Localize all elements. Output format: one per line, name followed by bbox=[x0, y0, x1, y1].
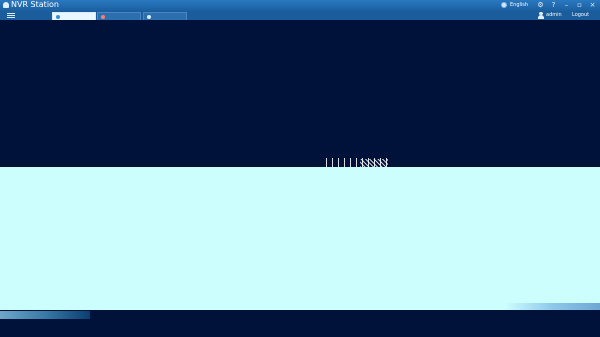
help-icon[interactable]: ? bbox=[550, 1, 557, 9]
bottom-left-gradient bbox=[0, 311, 90, 319]
settings-tab-icon bbox=[147, 15, 151, 19]
top-toolbar: admin Logout bbox=[0, 11, 600, 20]
restore-icon[interactable]: ▫ bbox=[576, 1, 583, 9]
monitor-icon bbox=[3, 2, 9, 8]
title-bar: NVR Station English ⚙ ? – ▫ × bbox=[0, 0, 600, 11]
close-icon[interactable]: × bbox=[589, 1, 596, 9]
language-selector[interactable]: English bbox=[510, 0, 528, 10]
tab-live-view[interactable] bbox=[52, 12, 96, 20]
gear-icon[interactable]: ⚙ bbox=[537, 1, 544, 9]
globe-icon[interactable] bbox=[501, 2, 507, 8]
user-icon bbox=[538, 12, 544, 19]
bottom-bar bbox=[0, 310, 600, 337]
menu-icon[interactable] bbox=[7, 13, 15, 18]
video-panel-top[interactable] bbox=[0, 20, 600, 167]
video-panel-bottom[interactable] bbox=[0, 167, 600, 310]
tab-playback[interactable] bbox=[97, 12, 141, 20]
logout-link[interactable]: Logout bbox=[572, 11, 589, 20]
user-name: admin bbox=[546, 12, 562, 18]
tab-settings[interactable] bbox=[143, 12, 187, 20]
playback-icon bbox=[101, 15, 105, 19]
timeline-marker bbox=[360, 159, 388, 167]
app-title: NVR Station bbox=[11, 0, 59, 9]
minimize-icon[interactable]: – bbox=[563, 1, 570, 9]
camera-icon bbox=[56, 15, 60, 19]
